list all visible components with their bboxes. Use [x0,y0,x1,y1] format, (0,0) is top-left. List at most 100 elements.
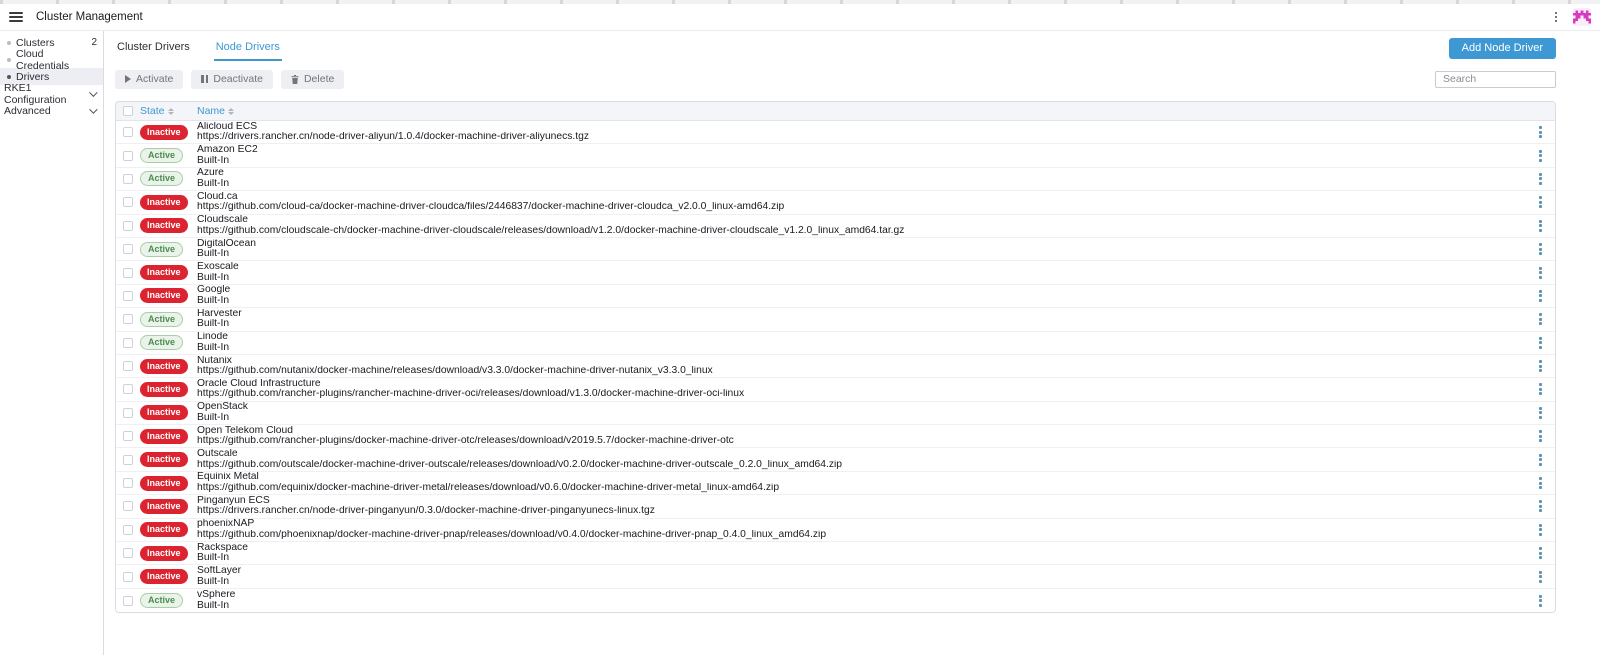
hamburger-menu-icon[interactable] [9,12,23,22]
driver-source: Built-In [197,343,1525,354]
table-row: InactiveAlicloud ECShttps://drivers.ranc… [116,121,1555,144]
row-actions-kebab-icon[interactable] [1536,170,1545,188]
select-all-checkbox[interactable] [123,106,133,116]
state-badge: Active [140,312,183,327]
sidebar-item-label: Cloud Credentials [16,48,97,72]
driver-source: https://drivers.rancher.cn/node-driver-p… [197,506,1525,517]
sort-icon [228,108,234,115]
sidebar-group-label: RKE1 Configuration [4,82,89,106]
table-row: ActiveHarvesterBuilt-In [116,308,1555,331]
row-checkbox[interactable] [123,455,133,465]
row-actions-kebab-icon[interactable] [1536,287,1545,305]
tab-bar: Cluster Drivers Node Drivers Add Node Dr… [115,37,1556,63]
row-actions-kebab-icon[interactable] [1536,310,1545,328]
row-actions-kebab-icon[interactable] [1536,474,1545,492]
state-badge: Active [140,593,183,608]
activate-button[interactable]: Activate [115,70,183,89]
row-actions-kebab-icon[interactable] [1536,193,1545,211]
row-actions-kebab-icon[interactable] [1536,427,1545,445]
state-badge: Inactive [140,522,188,537]
row-checkbox[interactable] [123,596,133,606]
row-checkbox[interactable] [123,314,133,324]
row-checkbox[interactable] [123,361,133,371]
row-actions-kebab-icon[interactable] [1536,334,1545,352]
row-checkbox[interactable] [123,572,133,582]
table-row: InactiveGoogleBuilt-In [116,285,1555,308]
deactivate-button[interactable]: Deactivate [191,70,273,89]
table-row: InactiveCloud.cahttps://github.com/cloud… [116,191,1555,214]
state-badge: Inactive [140,265,188,280]
header-kebab-menu-icon[interactable] [1553,10,1560,25]
sidebar-item-cloud-credentials[interactable]: Cloud Credentials [0,51,103,68]
user-avatar[interactable] [1573,8,1591,26]
row-actions-kebab-icon[interactable] [1536,592,1545,610]
delete-button[interactable]: Delete [281,70,344,89]
driver-name: Pinganyun ECS [197,496,1525,507]
row-checkbox[interactable] [123,338,133,348]
row-checkbox[interactable] [123,291,133,301]
driver-source: https://github.com/cloudscale-ch/docker-… [197,226,1525,237]
row-actions-kebab-icon[interactable] [1536,497,1545,515]
clusters-icon [7,41,11,45]
row-actions-kebab-icon[interactable] [1536,380,1545,398]
driver-name: Exoscale [197,262,1525,273]
row-checkbox[interactable] [123,525,133,535]
tab-node-drivers[interactable]: Node Drivers [214,37,282,61]
row-actions-kebab-icon[interactable] [1536,123,1545,141]
table-row: InactiveCloudscalehttps://github.com/clo… [116,215,1555,238]
driver-name: Linode [197,332,1525,343]
search-input[interactable] [1435,71,1556,88]
sidebar-group-rke1-configuration[interactable]: RKE1 Configuration [0,85,103,102]
table-row: Active LinodeBuilt-In [116,332,1555,355]
row-checkbox[interactable] [123,478,133,488]
row-checkbox[interactable] [123,221,133,231]
row-actions-kebab-icon[interactable] [1536,357,1545,375]
row-checkbox[interactable] [123,501,133,511]
state-badge: Active [140,171,183,186]
row-actions-kebab-icon[interactable] [1536,147,1545,165]
add-node-driver-button[interactable]: Add Node Driver [1449,38,1556,59]
state-badge: Inactive [140,405,188,420]
row-checkbox[interactable] [123,431,133,441]
row-checkbox[interactable] [123,408,133,418]
row-actions-kebab-icon[interactable] [1536,568,1545,586]
column-header-state[interactable]: State [140,105,174,117]
row-checkbox[interactable] [123,244,133,254]
row-actions-kebab-icon[interactable] [1536,217,1545,235]
row-checkbox[interactable] [123,384,133,394]
driver-source: Built-In [197,179,1525,190]
tab-cluster-drivers[interactable]: Cluster Drivers [115,37,192,59]
row-checkbox[interactable] [123,197,133,207]
row-actions-kebab-icon[interactable] [1536,264,1545,282]
driver-name: Open Telekom Cloud [197,426,1525,437]
driver-name: DigitalOcean [197,239,1525,250]
driver-source: Built-In [197,249,1525,260]
state-badge: Inactive [140,218,188,233]
row-actions-kebab-icon[interactable] [1536,521,1545,539]
row-actions-kebab-icon[interactable] [1536,404,1545,422]
row-checkbox[interactable] [123,127,133,137]
state-badge: Inactive [140,569,188,584]
state-badge: Inactive [140,429,188,444]
row-checkbox[interactable] [123,268,133,278]
driver-name: Cloud.ca [197,192,1525,203]
row-actions-kebab-icon[interactable] [1536,544,1545,562]
row-checkbox[interactable] [123,174,133,184]
row-actions-kebab-icon[interactable] [1536,451,1545,469]
state-badge: Active [140,148,183,163]
table-row: InactiveOracle Cloud Infrastructurehttps… [116,378,1555,401]
page-title: Cluster Management [36,11,143,23]
row-actions-kebab-icon[interactable] [1536,240,1545,258]
main-content: Cluster Drivers Node Drivers Add Node Dr… [104,31,1600,655]
state-badge: Active [140,335,183,350]
column-header-name[interactable]: Name [197,105,1525,117]
table-row: InactiveRackspaceBuilt-In [116,542,1555,565]
row-checkbox[interactable] [123,151,133,161]
driver-name: Amazon EC2 [197,145,1525,156]
driver-name: vSphere [197,590,1525,601]
table-row: InactiveExoscaleBuilt-In [116,261,1555,284]
state-badge: Inactive [140,452,188,467]
trash-icon [291,75,299,84]
row-checkbox[interactable] [123,548,133,558]
pause-icon [201,75,208,83]
